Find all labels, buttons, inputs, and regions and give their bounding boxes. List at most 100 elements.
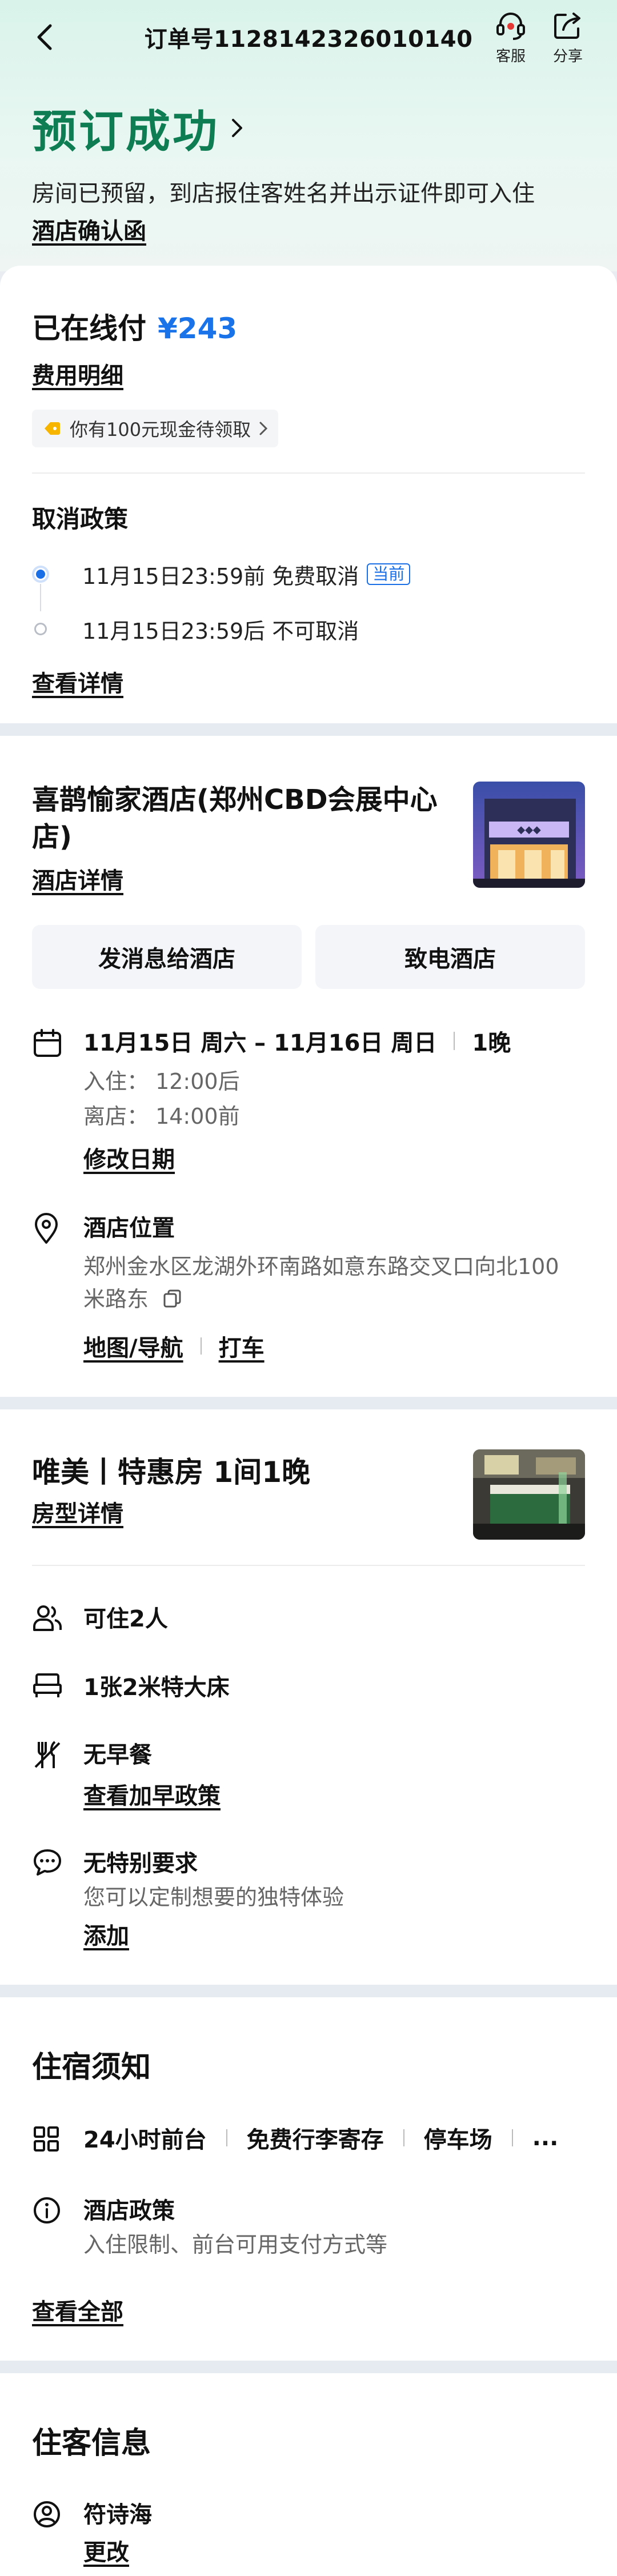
hotel-location: 酒店位置 郑州金水区龙湖外环南路如意东路交叉口向北100米路东 地图/导航 打车 [32,1209,585,1363]
service-label: 客服 [495,47,526,65]
capacity-text: 可住2人 [83,1605,168,1632]
checkout-time: 离店： 14:00前 [83,1103,240,1129]
room-feature-bed: 1张2米特大床 [32,1669,585,1702]
room-detail-link[interactable]: 房型详情 [32,1495,123,1528]
hotel-photo[interactable]: ◆◆◆ [473,782,585,888]
policy-item-later: 11月15日23:59后 不可取消 [32,610,585,648]
payment-card: 已在线付 ¥243 费用明细 你有100元现金待领取 取消政策 11月15日23… [0,266,617,723]
cancel-policy-title: 取消政策 [32,505,129,533]
section-gap [0,1396,617,1409]
location-title: 酒店位置 [83,1215,175,1241]
hotel-address: 郑州金水区龙湖外环南路如意东路交叉口向北100米路东 [83,1253,559,1312]
address-wrap: 郑州金水区龙湖外环南路如意东路交叉口向北100米路东 [83,1251,575,1316]
location-pin-icon [35,1212,58,1244]
change-guest-link[interactable]: 更改 [83,2534,129,2567]
message-hotel-button[interactable]: 发消息给酒店 [32,924,302,989]
facilities-list: 24小时前台 免费行李寄存 停车场 ... [83,2121,585,2154]
user-icon [34,2501,60,2527]
room-title: 唯美丨特惠房 1间1晚 [32,1455,310,1489]
room-feature-breakfast: 无早餐 查看加早政策 [32,1736,585,1810]
chevron-right-icon [259,422,268,435]
customer-service-button[interactable]: 客服 [492,9,529,66]
hotel-name: 喜鹊愉家酒店(郑州CBD会展中心店) [32,784,438,854]
booking-description: 房间已预留，到店报住客姓名并出示证件即可入住 [32,181,535,207]
hotel-policy-title: 酒店政策 [83,2197,175,2224]
facility-item: 24小时前台 [83,2126,207,2153]
divider [32,1564,585,1566]
info-icon [34,2197,60,2224]
request-sub: 您可以定制想要的独特体验 [83,1884,344,1910]
facility-item: ... [532,2124,559,2151]
add-breakfast-policy-link[interactable]: 查看加早政策 [83,1777,221,1810]
bed-icon [33,1673,62,1697]
paid-amount: ¥243 [158,312,238,345]
hotel-detail-link[interactable]: 酒店详情 [32,862,123,895]
confirmation-letter-link[interactable]: 酒店确认函 [32,213,146,246]
facilities-row[interactable]: 24小时前台 免费行李寄存 停车场 ... [32,2121,585,2156]
share-icon [554,12,580,39]
booking-status-title: 预订成功 [32,106,220,158]
copy-icon[interactable] [162,1288,183,1309]
section-gap [0,2360,617,2373]
notice-title: 住宿须知 [32,2050,151,2085]
coupon-banner[interactable]: 你有100元现金待领取 [32,410,279,447]
checkin-time: 入住： 12:00后 [83,1068,240,1094]
people-icon [33,1605,62,1631]
paid-summary: 已在线付 ¥243 [32,306,585,347]
booking-status[interactable]: 预订成功 [32,96,585,160]
room-feature-capacity: 可住2人 [32,1600,585,1634]
headset-icon [496,12,525,40]
guest-card: 住客信息 符诗海 更改 [0,2373,617,2576]
guest-name: 符诗海 [83,2501,152,2528]
bed-text: 1张2米特大床 [83,1674,230,1701]
notice-card: 住宿须知 24小时前台 免费行李寄存 停车场 ... 酒店政策 入住限制、前台可… [0,1997,617,2361]
section-gap [0,723,617,736]
grid-icon [34,2126,59,2152]
current-badge: 当前 [367,563,411,586]
fee-detail-link[interactable]: 费用明细 [32,357,123,390]
guest-row: 符诗海 更改 [32,2496,585,2567]
facility-item: 停车场 [423,2126,492,2153]
guest-title: 住客信息 [32,2426,151,2461]
policy-text: 11月15日23:59后 不可取消 [82,618,359,644]
room-card: 唯美丨特惠房 1间1晚 房型详情 可住2人 1张2米特大床 无早餐 查看加早政策… [0,1409,617,1985]
hero-section: 订单号1128142326010140 客服 分享 预订成功 房间已预留，到店报… [0,0,617,271]
no-breakfast-icon [34,1740,61,1768]
top-actions: 客服 分享 [492,9,585,66]
map-navigation-link[interactable]: 地图/导航 [83,1329,183,1363]
order-detail-page: 订单号1128142326010140 客服 分享 预订成功 房间已预留，到店报… [0,0,617,2576]
coupon-text: 你有100元现金待领取 [70,419,251,440]
chat-icon [34,1849,61,1876]
cancel-policy-detail-link[interactable]: 查看详情 [32,665,123,698]
svg-text:◆◆◆: ◆◆◆ [517,824,541,836]
facility-item: 免费行李寄存 [246,2126,384,2153]
policy-text: 11月15日23:59前 免费取消 [82,563,359,589]
share-button[interactable]: 分享 [551,9,585,66]
stay-dates-text: 11月15日 周六 – 11月16日 周日 [83,1029,437,1056]
see-all-link[interactable]: 查看全部 [32,2293,123,2326]
room-photo[interactable] [473,1449,585,1540]
section-gap [0,1984,617,1997]
policy-item-current: 11月15日23:59前 免费取消 当前 [32,555,585,593]
add-request-link[interactable]: 添加 [83,1917,129,1950]
hotel-header: 喜鹊愉家酒店(郑州CBD会展中心店) 酒店详情 ◆◆◆ [32,782,585,895]
room-feature-request: 无特别要求 您可以定制想要的独特体验 添加 [32,1845,585,1950]
calendar-icon [34,1028,61,1057]
call-hotel-button[interactable]: 致电酒店 [315,924,585,989]
cancel-policy-timeline: 11月15日23:59前 免费取消 当前 11月15日23:59后 不可取消 [32,555,585,648]
timeline-line [40,584,41,611]
current-dot-icon [32,566,49,583]
nights-count: 1晚 [472,1029,511,1056]
divider [32,472,585,474]
coupon-tag-icon [45,422,60,435]
hotel-policy-sub: 入住限制、前台可用支付方式等 [83,2232,388,2257]
request-text: 无特别要求 [83,1850,198,1877]
modify-date-link[interactable]: 修改日期 [83,1141,175,1174]
hotel-contact-buttons: 发消息给酒店 致电酒店 [32,924,585,989]
hotel-card: 喜鹊愉家酒店(郑州CBD会展中心店) 酒店详情 ◆◆◆ 发消息给酒店 致电酒店 … [0,736,617,1397]
taxi-link[interactable]: 打车 [219,1329,265,1363]
chevron-right-icon [232,119,243,137]
paid-label: 已在线付 [32,312,146,345]
location-actions: 地图/导航 打车 [83,1329,585,1363]
hotel-policy-row[interactable]: 酒店政策 入住限制、前台可用支付方式等 [32,2192,585,2261]
